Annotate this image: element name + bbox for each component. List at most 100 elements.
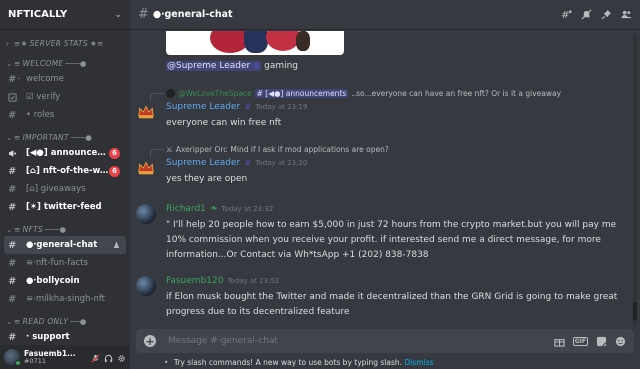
hash-icon: # xyxy=(8,165,17,177)
category-line: ───● xyxy=(45,224,67,234)
user-info[interactable]: Fasuemb1... #0711 xyxy=(24,350,91,364)
author-name[interactable]: Fasuemb120 xyxy=(166,276,223,286)
pin-icon[interactable] xyxy=(601,5,612,24)
headphones-icon[interactable] xyxy=(104,348,113,367)
channel-mention[interactable]: # [◀●] announcements xyxy=(254,89,349,98)
reply-connector xyxy=(150,93,164,101)
hash-icon: # xyxy=(8,183,17,195)
category-label: IMPORTANT xyxy=(22,132,69,142)
sidebar: NFTICALLY ⌄ › ≡★ SERVER STATS ★≡ ⌄ ≡ WEL… xyxy=(0,0,130,369)
channel-label: [✶] twitter-feed xyxy=(26,202,102,212)
category-prefix: ≡ xyxy=(14,316,21,326)
avatar[interactable] xyxy=(136,158,156,178)
category-nfts[interactable]: ⌄ ≡ NFTS ───● xyxy=(0,222,130,236)
svg-text:#: # xyxy=(561,10,569,20)
category-prefix: ≡ xyxy=(14,58,21,68)
server-name: NFTICALLY xyxy=(8,9,68,20)
add-member-icon[interactable]: ♟ xyxy=(113,241,120,250)
author-name[interactable]: Richard1 xyxy=(166,204,206,214)
crown-icon: ♕ xyxy=(244,102,252,111)
channel-support[interactable]: # · support xyxy=(4,328,126,343)
gif-icon[interactable]: GIF xyxy=(572,336,588,346)
channel-label: ≡‧milkha-singh-nft xyxy=(26,294,106,304)
timestamp: Today at 23:20 xyxy=(255,159,308,167)
category-suffix: ★≡ xyxy=(89,38,104,48)
member-list-icon[interactable] xyxy=(621,5,632,24)
timestamp: Today at 23:19 xyxy=(255,103,308,111)
image-attachment[interactable] xyxy=(166,31,344,55)
tip-text: Try slash commands! A new way to use bot… xyxy=(173,358,403,367)
gear-icon[interactable] xyxy=(117,348,126,367)
user-panel: Fasuemb1... #0711 xyxy=(0,345,130,369)
message-list: @Supreme Leader ♕ gaming @WeLoveTheSpace… xyxy=(130,31,632,328)
category-welcome[interactable]: ⌄ ≡ WELCOME ───● xyxy=(0,56,130,70)
chevron-down-icon: ⌄ xyxy=(6,58,13,68)
hash-icon: # xyxy=(256,89,263,98)
channel-welcome[interactable]: # · welcome xyxy=(4,70,126,88)
bell-mute-icon[interactable] xyxy=(581,5,592,24)
category-line: ──● xyxy=(70,316,87,326)
message-header: Richard1 ❧ Today at 23:32 xyxy=(166,204,273,214)
reply-connector xyxy=(150,149,164,157)
reply-reference[interactable]: ⚔ Axeripper Orc Mind if I ask if mod app… xyxy=(166,145,389,154)
add-attachment-icon[interactable]: + xyxy=(144,335,156,347)
crown-icon: ♕ xyxy=(253,61,261,70)
channel-twitter-feed[interactable]: # [✶] twitter-feed xyxy=(4,198,126,216)
category-server-stats[interactable]: › ≡★ SERVER STATS ★≡ xyxy=(0,36,130,50)
channel-label: • roles xyxy=(26,110,55,120)
dismiss-link[interactable]: Dismiss xyxy=(404,358,433,367)
category-label: SERVER STATS xyxy=(29,38,88,48)
message-text: everyone can win free nft xyxy=(166,118,282,128)
message-continuation: @Supreme Leader ♕ gaming xyxy=(166,61,298,71)
category-important[interactable]: ⌄ ≡ IMPORTANT ───● xyxy=(0,130,130,144)
mute-mic-icon[interactable] xyxy=(91,348,100,367)
category-label: READ ONLY xyxy=(22,316,69,326)
channel-general-chat[interactable]: # ●‧general-chat ♟ xyxy=(4,236,126,254)
category-label: NFTS xyxy=(22,224,44,234)
channel-nft-fun-facts[interactable]: # ≡‧nft-fun-facts xyxy=(4,254,126,272)
channel-verify[interactable]: ☑ verify xyxy=(4,88,126,106)
server-header[interactable]: NFTICALLY ⌄ xyxy=(0,0,130,30)
message-text: gaming xyxy=(261,61,299,71)
author-name[interactable]: Supreme Leader xyxy=(166,158,240,168)
avatar xyxy=(166,89,175,98)
hash-icon: # xyxy=(8,239,17,251)
scrollbar-thumb[interactable] xyxy=(633,302,637,320)
category-prefix: ≡ xyxy=(14,224,21,234)
message-input[interactable]: Message #‧general-chat xyxy=(168,336,554,346)
scrollbar[interactable] xyxy=(633,34,637,326)
channel-giveaways[interactable]: # [⌂] giveaways xyxy=(4,180,126,198)
hash-icon: # xyxy=(138,7,149,22)
hash-icon: # xyxy=(8,275,17,287)
emoji-icon[interactable] xyxy=(615,332,626,351)
channel-label: ☑ verify xyxy=(26,92,61,102)
threads-icon[interactable]: # xyxy=(561,5,572,24)
channel-announcements[interactable]: [◀●] announcem... 6 xyxy=(4,144,126,162)
speech-bubble-icon: ● xyxy=(152,9,162,20)
channel-milkha-singh-nft[interactable]: # ≡‧milkha-singh-nft xyxy=(4,290,126,308)
chevron-down-icon[interactable]: ⌄ xyxy=(114,10,122,20)
avatar[interactable] xyxy=(4,349,21,366)
message-text: " I'll help 20 people how to earn $5,000… xyxy=(166,220,617,260)
channel-nft-of-the-week[interactable]: # [⌂] nft-of-the-w... 6 xyxy=(4,162,126,180)
category-prefix: ≡★ xyxy=(14,38,28,48)
avatar[interactable] xyxy=(136,204,156,224)
reply-reference[interactable]: @WeLoveTheSpace # [◀●] announcements ..s… xyxy=(166,89,561,98)
message-text: if Elon musk bought the Twitter and made… xyxy=(166,292,618,317)
category-line: ───● xyxy=(70,132,93,142)
timestamp: Today at 23:32 xyxy=(221,205,274,213)
avatar[interactable] xyxy=(136,276,156,296)
author-name[interactable]: Supreme Leader xyxy=(166,102,240,112)
user-mention[interactable]: @Supreme Leader ♕ xyxy=(166,61,262,71)
category-read-only[interactable]: ⌄ ≡ READ ONLY ──● xyxy=(0,314,130,328)
channel-roles[interactable]: # • roles xyxy=(4,106,126,124)
channel-label: ●‧bollycoin xyxy=(26,276,80,286)
message-composer[interactable]: + Message #‧general-chat GIF xyxy=(136,329,634,353)
sticker-icon[interactable] xyxy=(596,332,607,351)
category-line: ───● xyxy=(65,58,87,68)
gift-icon[interactable] xyxy=(554,332,565,351)
channel-label: [◀●] announcem... xyxy=(26,148,109,158)
channel-bollycoin[interactable]: # ●‧bollycoin xyxy=(4,272,126,290)
category-prefix: ≡ xyxy=(14,132,21,142)
avatar[interactable] xyxy=(136,102,156,122)
